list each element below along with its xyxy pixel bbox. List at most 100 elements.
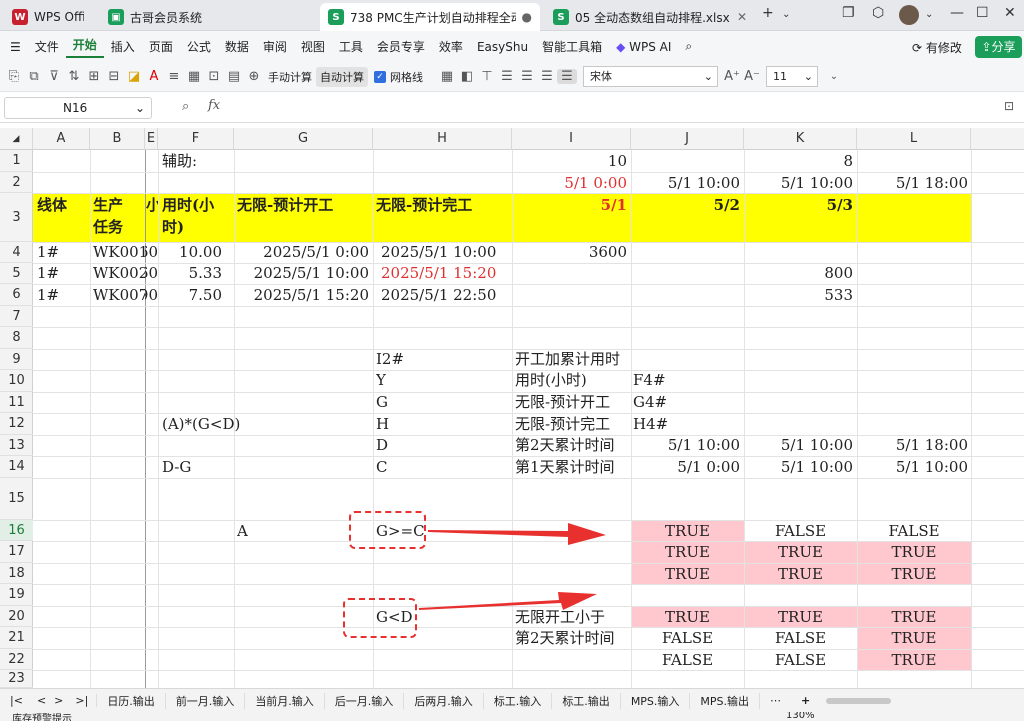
row-header-6[interactable]: 6 [0, 284, 33, 306]
sort-icon[interactable]: ⇅ [64, 69, 84, 84]
row-header-18[interactable]: 18 [0, 563, 33, 584]
window-close-icon[interactable]: ✕ [1004, 5, 1016, 21]
row-header-22[interactable]: 22 [0, 649, 33, 670]
expand-formula-icon[interactable]: ⊡ [1004, 99, 1014, 113]
font-family-select[interactable]: 宋体 ⌄ [583, 66, 718, 87]
more-sheets-icon[interactable]: ⋯ [760, 694, 791, 707]
tab-wps-office[interactable]: W WPS Office [4, 3, 92, 31]
chevron-down-icon[interactable]: ⌄ [824, 71, 844, 82]
restore-icon[interactable]: ❐ [842, 5, 855, 21]
menu-view[interactable]: 视图 [294, 38, 332, 55]
align-right-icon[interactable]: ☰ [537, 69, 557, 84]
row-header-14[interactable]: 14 [0, 456, 33, 478]
align-center-icon[interactable]: ☰ [517, 69, 537, 84]
next-sheet-icon[interactable]: > [50, 694, 67, 707]
sheet-tab[interactable]: 标工.输出 [552, 692, 621, 709]
menu-review[interactable]: 审阅 [256, 38, 294, 55]
tab-pmc-plan[interactable]: S 738 PMC生产计划自动排程全动态 ● [320, 3, 540, 31]
row-header-11[interactable]: 11 [0, 392, 33, 413]
column-header-l[interactable]: L [857, 128, 971, 150]
column-header-b[interactable]: B [90, 128, 145, 150]
modified-indicator[interactable]: ⟳ 有修改 [912, 39, 962, 56]
row-header-20[interactable]: 20 [0, 606, 33, 627]
minimize-icon[interactable]: — [950, 5, 964, 21]
sheet-tab[interactable]: 标工.输入 [484, 692, 553, 709]
sheet-tab[interactable]: 日历.输出 [97, 692, 166, 709]
menu-efficiency[interactable]: 效率 [432, 38, 470, 55]
menu-formula[interactable]: 公式 [180, 38, 218, 55]
manual-calc-button[interactable]: 手动计算 [264, 67, 316, 87]
avatar[interactable] [899, 5, 919, 25]
increase-font-icon[interactable]: A⁺ [722, 69, 742, 84]
menu-data[interactable]: 数据 [218, 38, 256, 55]
formula-input[interactable] [236, 97, 996, 119]
close-icon[interactable]: ✕ [737, 10, 747, 24]
menu-home[interactable]: 开始 [65, 36, 104, 58]
sheet-tab[interactable]: MPS.输出 [690, 692, 761, 709]
column-header-e[interactable]: E [145, 128, 158, 150]
chevron-down-icon[interactable]: ⌄ [925, 9, 933, 20]
maximize-icon[interactable]: ☐ [976, 5, 989, 21]
column-header-i[interactable]: I [512, 128, 631, 150]
row-header-21[interactable]: 21 [0, 627, 33, 649]
row-header-17[interactable]: 17 [0, 541, 33, 563]
column-header-f[interactable]: F [158, 128, 234, 150]
column-header-g[interactable]: G [234, 128, 373, 150]
function-icon[interactable]: fx [208, 98, 220, 113]
paste-icon[interactable]: ⧉ [24, 69, 44, 84]
column-header-k[interactable]: K [744, 128, 857, 150]
add-sheet-icon[interactable]: + [791, 694, 820, 707]
decrease-font-icon[interactable]: A⁻ [742, 69, 762, 84]
sheet-tab[interactable]: 后一月.输入 [325, 692, 405, 709]
zoom-find-icon[interactable]: ⌕ [182, 99, 189, 114]
menu-smart-toolbox[interactable]: 智能工具箱 [535, 38, 609, 55]
name-box[interactable]: N16 ⌄ [4, 97, 152, 119]
conditional-format-icon[interactable]: ◧ [457, 69, 477, 84]
prev-sheet-icon[interactable]: < [33, 694, 50, 707]
justify-icon[interactable]: ☰ [557, 69, 577, 84]
row-header-1[interactable]: 1 [0, 150, 33, 172]
spreadsheet-grid[interactable]: 辅助: 10 8 5/1 0:00 5/1 10:00 5/1 10:00 5/… [33, 150, 1024, 688]
row-header-5[interactable]: 5 [0, 263, 33, 284]
row-header-19[interactable]: 19 [0, 584, 33, 606]
zoom-level[interactable]: 130% [786, 712, 815, 721]
horizontal-scrollbar[interactable] [826, 698, 891, 704]
row-header-7[interactable]: 7 [0, 306, 33, 327]
column-header-a[interactable]: A [33, 128, 90, 150]
tab-member-system[interactable]: ▣ 古哥会员系统 [100, 3, 315, 31]
last-sheet-icon[interactable]: >| [67, 694, 98, 707]
row-header-15[interactable]: 15 [0, 478, 33, 520]
fill-color-icon[interactable]: ◪ [124, 69, 144, 84]
chevron-down-icon[interactable]: ⌄ [782, 9, 790, 20]
row-header-16[interactable]: 16 [0, 520, 33, 541]
row-header-23[interactable]: 23 [0, 670, 33, 688]
menu-file[interactable]: 文件 [28, 38, 66, 55]
row-header-3[interactable]: 3 [0, 193, 33, 242]
auto-calc-button[interactable]: 自动计算 [316, 66, 368, 87]
row-header-12[interactable]: 12 [0, 413, 33, 435]
column-header-j[interactable]: J [631, 128, 744, 150]
menu-wps-ai[interactable]: ◆ WPS AI [609, 40, 678, 54]
first-sheet-icon[interactable]: |< [0, 694, 33, 707]
merge-icon[interactable]: ⊟ [104, 69, 124, 84]
column-header-h[interactable]: H [373, 128, 512, 150]
cube-icon[interactable]: ⬡ [872, 5, 884, 21]
menu-member[interactable]: 会员专享 [370, 38, 432, 55]
row-header-2[interactable]: 2 [0, 172, 33, 193]
table-icon[interactable]: ▦ [184, 69, 204, 84]
menu-insert[interactable]: 插入 [104, 38, 142, 55]
gridlines-checkbox[interactable]: ✓ [374, 70, 386, 83]
sheet-tab[interactable]: 前一月.输入 [166, 692, 246, 709]
menu-easyshu[interactable]: EasyShu [470, 40, 535, 54]
sheet-tab[interactable]: 当前月.输入 [245, 692, 325, 709]
share-button[interactable]: ⇪分享 [975, 36, 1022, 58]
format-painter-icon[interactable]: ⎘ [4, 69, 24, 84]
font-color-icon[interactable]: A [144, 69, 164, 84]
align-left-icon[interactable]: ☰ [497, 69, 517, 84]
sheet-tab[interactable]: 后两月.输入 [404, 692, 484, 709]
row-header-9[interactable]: 9 [0, 349, 33, 370]
align-top-icon[interactable]: ⊤ [477, 69, 497, 84]
select-all-corner[interactable]: ◢ [0, 128, 33, 150]
menu-tools[interactable]: 工具 [332, 38, 370, 55]
tab-dynamic-array[interactable]: S 05 全动态数组自动排程.xlsx ✕ [545, 3, 755, 31]
